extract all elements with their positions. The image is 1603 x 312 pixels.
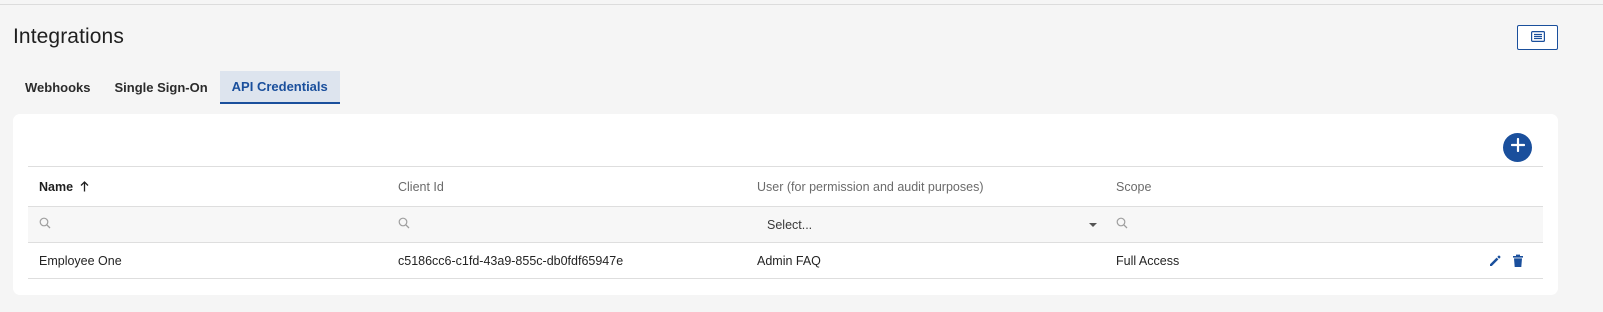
search-icon <box>398 217 410 232</box>
list-view-icon <box>1530 29 1545 47</box>
client-id-filter-input[interactable] <box>398 207 738 242</box>
column-header-scope[interactable]: Scope <box>1116 167 1456 206</box>
trash-icon[interactable] <box>1512 254 1524 268</box>
pencil-icon[interactable] <box>1488 254 1502 268</box>
tab-api-credentials[interactable]: API Credentials <box>219 71 340 104</box>
user-filter-select-value: Select... <box>767 217 813 232</box>
credentials-table: Name Client Id User (for permission and … <box>28 166 1543 279</box>
arrow-up-icon <box>80 181 89 192</box>
table-header-row: Name Client Id User (for permission and … <box>28 166 1543 206</box>
plus-icon <box>1510 137 1525 157</box>
name-filter-input[interactable] <box>39 207 379 242</box>
column-header-name[interactable]: Name <box>39 167 379 206</box>
column-header-label: Name <box>39 179 74 194</box>
table-row[interactable]: Employee One c5186cc6-c1fd-43a9-855c-db0… <box>28 242 1543 279</box>
table-filter-row: Select... <box>28 206 1543 242</box>
column-header-client-id[interactable]: Client Id <box>398 167 738 206</box>
search-icon <box>39 217 51 232</box>
cell-client-id: c5186cc6-c1fd-43a9-855c-db0fdf65947e <box>398 253 624 268</box>
column-header-user[interactable]: User (for permission and audit purposes) <box>757 167 1097 206</box>
cell-name: Employee One <box>39 253 122 268</box>
row-actions <box>1488 243 1524 278</box>
tab-bar: Webhooks Single Sign-On API Credentials <box>13 71 340 104</box>
api-credentials-card: Name Client Id User (for permission and … <box>13 114 1558 295</box>
user-filter-select[interactable]: Select... <box>757 207 1097 242</box>
view-toggle-button[interactable] <box>1517 25 1558 50</box>
top-divider <box>0 4 1603 5</box>
add-credential-button[interactable] <box>1503 133 1532 162</box>
scope-filter-input[interactable] <box>1116 207 1536 242</box>
search-icon <box>1116 217 1128 232</box>
cell-user: Admin FAQ <box>757 253 821 268</box>
caret-down-icon <box>1089 223 1097 227</box>
tab-webhooks[interactable]: Webhooks <box>13 71 103 104</box>
cell-scope: Full Access <box>1116 253 1180 268</box>
page-title: Integrations <box>13 25 124 48</box>
tab-single-sign-on[interactable]: Single Sign-On <box>103 71 220 104</box>
